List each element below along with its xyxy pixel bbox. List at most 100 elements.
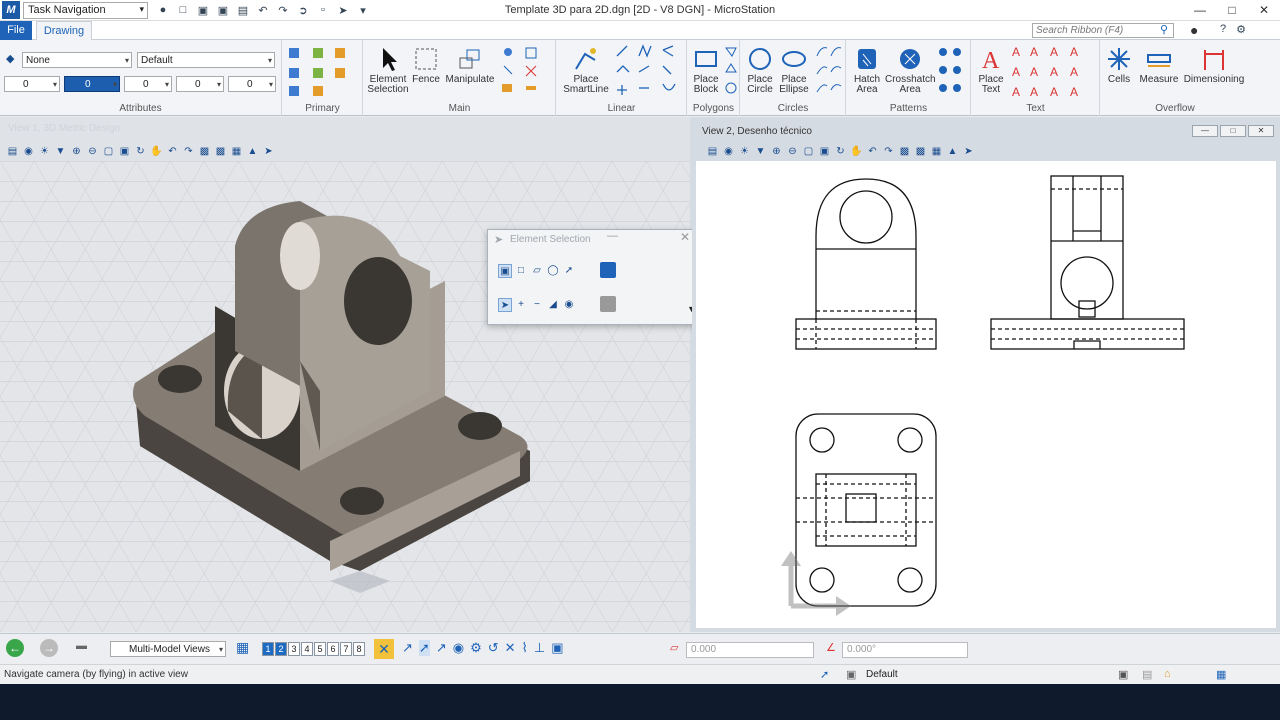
view-rotation-cube-icon[interactable] bbox=[320, 561, 400, 601]
view-group-combo[interactable]: Multi-Model Views bbox=[110, 641, 226, 657]
arc-small-tools[interactable] bbox=[813, 44, 843, 104]
snap-toggle-icon[interactable]: ✕ bbox=[374, 639, 394, 659]
v2-view-next-icon[interactable]: ↷ bbox=[882, 145, 895, 158]
select-all-icon[interactable] bbox=[600, 262, 616, 278]
view-button-7[interactable]: 7 bbox=[340, 642, 352, 656]
snap-center-icon[interactable]: ◉ bbox=[453, 640, 464, 656]
view-2-minimize-button[interactable]: — bbox=[1192, 125, 1218, 137]
home-icon[interactable]: ⌂ bbox=[1164, 668, 1171, 680]
user-icon[interactable]: ● bbox=[1190, 22, 1198, 38]
view-1-window[interactable]: View 1, 3D Metric Design ▤ ◉ ☀ ▼ ⊕ ⊖ ▢ ▣… bbox=[0, 117, 690, 632]
pattern-small-tools[interactable] bbox=[935, 44, 967, 104]
place-circle-button[interactable]: Place Circle bbox=[743, 46, 777, 95]
v2-display-style-icon[interactable]: ◉ bbox=[722, 145, 735, 158]
pan-view-icon[interactable]: ✋ bbox=[150, 145, 163, 158]
redo-icon[interactable]: ↷ bbox=[276, 4, 290, 17]
view-2-canvas[interactable] bbox=[696, 161, 1276, 628]
circle-method-icon[interactable]: ◯ bbox=[546, 264, 560, 278]
customize-icon[interactable]: ▾ bbox=[356, 4, 370, 17]
snap-perpendicular-icon[interactable]: ⊥ bbox=[534, 640, 545, 656]
view-next-icon[interactable]: ↷ bbox=[182, 145, 195, 158]
weight-combo[interactable]: 0 bbox=[64, 76, 120, 92]
element-selection-button[interactable]: Element Selection bbox=[366, 46, 410, 95]
standard-views-icon[interactable]: ▲ bbox=[246, 145, 259, 158]
view-button-3[interactable]: 3 bbox=[288, 642, 300, 656]
snap-nearest-icon[interactable]: ➚ bbox=[418, 640, 430, 656]
snap-tangent-icon[interactable]: ⌇ bbox=[522, 640, 528, 656]
style-combo[interactable]: Default bbox=[137, 52, 275, 68]
measure-button[interactable]: Measure bbox=[1137, 46, 1181, 85]
save-settings-icon[interactable]: ▣ bbox=[216, 4, 230, 17]
v2-window-area-icon[interactable]: ▢ bbox=[802, 145, 815, 158]
individual-method-icon[interactable]: ▣ bbox=[498, 264, 512, 278]
v2-clip-mask-icon[interactable]: ▩ bbox=[914, 145, 927, 158]
print-icon[interactable]: ▤ bbox=[236, 4, 250, 17]
view-button-1[interactable]: 1 bbox=[262, 642, 274, 656]
new-mode-icon[interactable]: ➤ bbox=[498, 298, 512, 312]
dialog-close-button[interactable]: ✕ bbox=[680, 230, 690, 244]
linear-small-tools[interactable] bbox=[613, 44, 683, 104]
block-method-icon[interactable]: □ bbox=[514, 264, 528, 278]
fly-icon[interactable]: ➤ bbox=[262, 145, 275, 158]
v2-fit-view-icon[interactable]: ▣ bbox=[818, 145, 831, 158]
snap-intersection-icon[interactable]: ✕ bbox=[505, 640, 516, 656]
snap-bisector-icon[interactable]: ↺ bbox=[488, 640, 499, 656]
back-icon[interactable]: ← bbox=[6, 639, 24, 657]
close-button[interactable]: ✕ bbox=[1248, 0, 1280, 20]
dialog-minimize-button[interactable]: — bbox=[607, 230, 618, 242]
view-groups-icon[interactable]: ▦ bbox=[236, 639, 249, 656]
v2-camera-icon[interactable]: ▦ bbox=[930, 145, 943, 158]
subtract-mode-icon[interactable]: − bbox=[530, 298, 544, 312]
view-button-5[interactable]: 5 bbox=[314, 642, 326, 656]
settings-icon[interactable]: ⚙ bbox=[1236, 23, 1246, 36]
tab-file[interactable]: File bbox=[0, 21, 32, 40]
v2-view-attributes-icon[interactable]: ▤ bbox=[706, 145, 719, 158]
shape-method-icon[interactable]: ▱ bbox=[530, 264, 544, 278]
rotate-view-icon[interactable]: ↻ bbox=[134, 145, 147, 158]
snap-origin-icon[interactable]: ⚙ bbox=[470, 640, 482, 656]
lock-icon[interactable]: ▣ bbox=[846, 668, 856, 681]
invert-mode-icon[interactable]: ◢ bbox=[546, 298, 560, 312]
zoom-in-icon[interactable]: ⊕ bbox=[70, 145, 83, 158]
view-previous-icon[interactable]: ↶ bbox=[166, 145, 179, 158]
tab-drawing[interactable]: Drawing bbox=[36, 21, 92, 40]
message-center-icon[interactable]: ▦ bbox=[1216, 668, 1226, 681]
help-icon[interactable]: ? bbox=[1220, 23, 1226, 36]
clear-mode-icon[interactable]: ◉ bbox=[562, 298, 576, 312]
undo-icon[interactable]: ↶ bbox=[256, 4, 270, 17]
polygon-small-tools[interactable] bbox=[724, 44, 738, 104]
v2-fly-icon[interactable]: ➤ bbox=[962, 145, 975, 158]
place-smartline-button[interactable]: Place SmartLine bbox=[561, 46, 611, 95]
priority-combo[interactable]: 0 bbox=[228, 76, 276, 92]
accudraw-x-field[interactable]: 0.000 bbox=[686, 642, 814, 658]
linestyle-combo[interactable]: 0 bbox=[124, 76, 172, 92]
level-combo[interactable]: None bbox=[22, 52, 132, 68]
view-button-2[interactable]: 2 bbox=[275, 642, 287, 656]
view-attributes-icon[interactable]: ▤ bbox=[6, 145, 19, 158]
snap-keypoint-icon[interactable]: ↗ bbox=[402, 640, 413, 656]
hatch-area-button[interactable]: Hatch Area bbox=[849, 46, 885, 95]
crosshatch-area-button[interactable]: Crosshatch Area bbox=[885, 46, 936, 95]
v2-update-view-icon[interactable]: ▼ bbox=[754, 145, 767, 158]
clip-volume-icon[interactable]: ▩ bbox=[198, 145, 211, 158]
minimize-button[interactable]: — bbox=[1184, 0, 1216, 20]
view-2-maximize-button[interactable]: □ bbox=[1220, 125, 1246, 137]
primary-tools-icons[interactable] bbox=[285, 44, 361, 104]
display-style-icon[interactable]: ◉ bbox=[22, 145, 35, 158]
accusnap-icon[interactable]: ➚ bbox=[820, 668, 829, 681]
place-ellipse-button[interactable]: Place Ellipse bbox=[777, 46, 811, 95]
clip-mask-icon[interactable]: ▩ bbox=[214, 145, 227, 158]
dimensioning-button[interactable]: Dimensioning bbox=[1181, 46, 1247, 85]
accudraw-angle-field[interactable]: 0.000° bbox=[842, 642, 968, 658]
lighting-icon[interactable]: ☀ bbox=[38, 145, 51, 158]
v2-rotate-view-icon[interactable]: ↻ bbox=[834, 145, 847, 158]
view-button-4[interactable]: 4 bbox=[301, 642, 313, 656]
v2-zoom-in-icon[interactable]: ⊕ bbox=[770, 145, 783, 158]
line-method-icon[interactable]: ➚ bbox=[562, 264, 576, 278]
snap-midpoint-icon[interactable]: ↗ bbox=[436, 640, 447, 656]
active-level[interactable]: Default bbox=[866, 669, 898, 680]
place-block-button[interactable]: Place Block bbox=[690, 46, 722, 95]
fit-view-icon[interactable]: ▣ bbox=[118, 145, 131, 158]
color-combo[interactable]: 0 bbox=[4, 76, 60, 92]
v2-lighting-icon[interactable]: ☀ bbox=[738, 145, 751, 158]
